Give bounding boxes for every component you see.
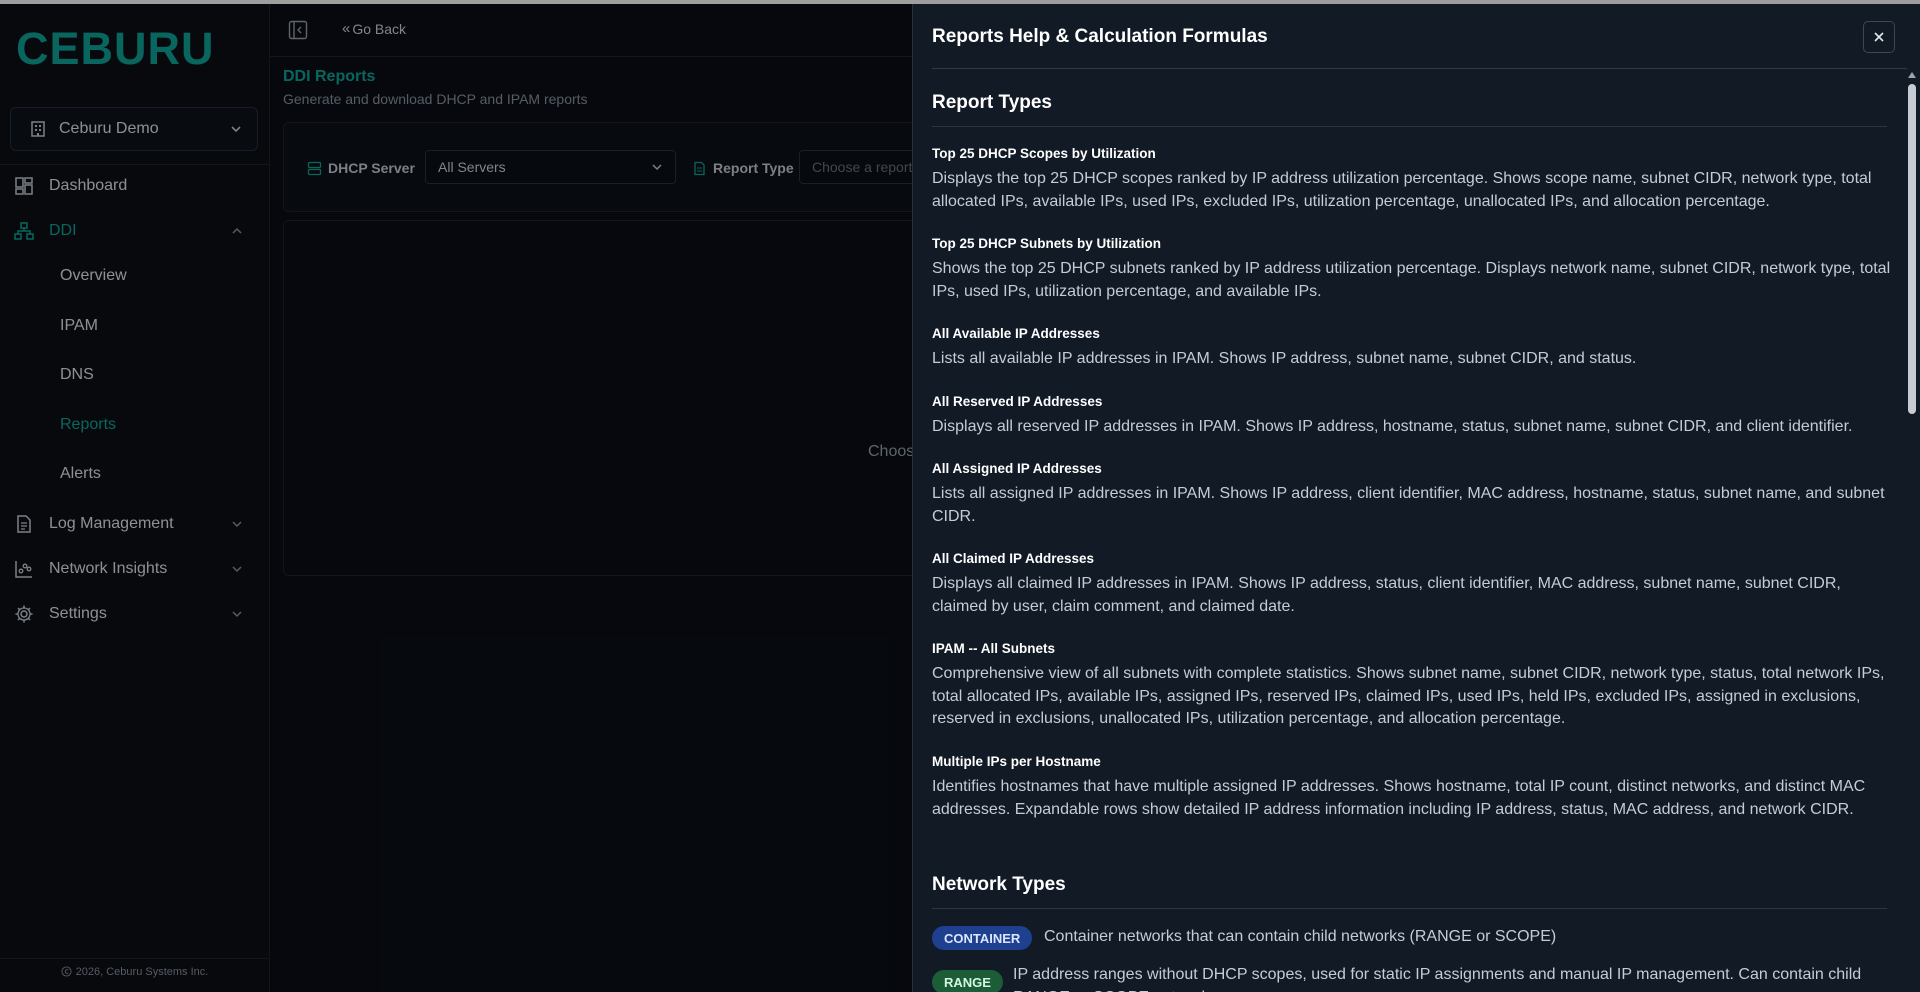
report-type-description: Displays the top 25 DHCP scopes ranked b… bbox=[932, 170, 1872, 210]
report-type-description: Shows the top 25 DHCP subnets ranked by … bbox=[932, 260, 1891, 300]
report-type-title: Top 25 DHCP Subnets by Utilization bbox=[932, 236, 1162, 251]
report-type-description: Displays all reserved IP addresses in IP… bbox=[932, 418, 1853, 435]
report-type-description: Lists all available IP addresses in IPAM… bbox=[932, 350, 1637, 367]
report-type-description: Identifies hostnames that have multiple … bbox=[932, 778, 1866, 818]
close-icon bbox=[1874, 32, 1884, 42]
report-type-title: Top 25 DHCP Scopes by Utilization bbox=[932, 146, 1156, 161]
report-type-title: Multiple IPs per Hostname bbox=[932, 754, 1101, 769]
network-type-description: Container networks that can contain chil… bbox=[1044, 928, 1557, 945]
scroll-up-arrow-icon[interactable] bbox=[1908, 72, 1916, 78]
panel-divider bbox=[932, 68, 1907, 69]
scrollbar-thumb[interactable] bbox=[1908, 84, 1916, 414]
report-type-title: IPAM -- All Subnets bbox=[932, 641, 1055, 656]
report-type-title: All Available IP Addresses bbox=[932, 326, 1100, 341]
section-divider bbox=[932, 126, 1887, 127]
report-type-title: All Reserved IP Addresses bbox=[932, 394, 1103, 409]
report-type-title: All Claimed IP Addresses bbox=[932, 551, 1095, 566]
network-type-description: IP address ranges without DHCP scopes, u… bbox=[1013, 966, 1862, 992]
close-button[interactable] bbox=[1863, 21, 1895, 53]
container-badge: CONTAINER bbox=[932, 926, 1033, 950]
scrollbar[interactable] bbox=[1906, 64, 1918, 992]
report-type-description: Lists all assigned IP addresses in IPAM.… bbox=[932, 485, 1885, 525]
range-badge: RANGE bbox=[932, 970, 1003, 992]
report-type-description: Displays all claimed IP addresses in IPA… bbox=[932, 575, 1841, 615]
help-panel: Reports Help & Calculation Formulas Repo… bbox=[912, 4, 1920, 992]
report-type-title: All Assigned IP Addresses bbox=[932, 461, 1102, 476]
help-panel-title: Reports Help & Calculation Formulas bbox=[932, 26, 1268, 47]
section-divider bbox=[932, 908, 1887, 909]
report-types-heading: Report Types bbox=[932, 92, 1053, 113]
report-type-description: Comprehensive view of all subnets with c… bbox=[932, 665, 1885, 727]
network-types-heading: Network Types bbox=[932, 874, 1066, 895]
help-scroll-area[interactable]: Report Types Top 25 DHCP Scopes by Utili… bbox=[913, 70, 1920, 992]
